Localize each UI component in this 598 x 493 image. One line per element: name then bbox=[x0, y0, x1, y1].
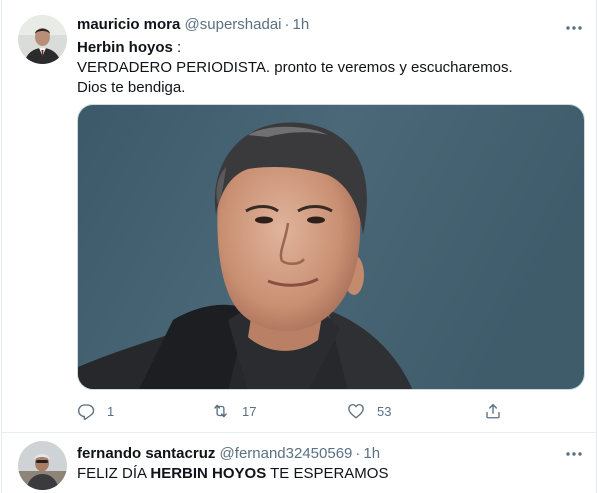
tweet-time[interactable]: 1h bbox=[363, 445, 380, 462]
author-name[interactable]: mauricio mora bbox=[77, 16, 180, 33]
tweet-photo[interactable] bbox=[77, 104, 585, 390]
retweet-count: 17 bbox=[242, 403, 257, 419]
tweet-time[interactable]: 1h bbox=[293, 16, 310, 33]
author-handle[interactable]: @fernand32450569 bbox=[220, 445, 353, 462]
author-handle[interactable]: @supershadai bbox=[185, 16, 282, 33]
tweet-text-bold: HERBIN HOYOS bbox=[150, 465, 267, 482]
more-options-button[interactable] bbox=[564, 442, 584, 462]
tweet[interactable]: mauricio mora @supershadai · 1h Herbin hoy… bbox=[2, 0, 596, 433]
mention-suffix: : bbox=[172, 39, 182, 56]
like-count: 53 bbox=[377, 403, 392, 419]
tweet-text-part: FELIZ DÍA bbox=[77, 465, 151, 482]
tweet-text-part: TE ESPERAMOS bbox=[266, 465, 389, 482]
tweet-text: FELIZ DÍA HERBIN HOYOS TE ESPERAMOS bbox=[77, 464, 582, 484]
avatar[interactable] bbox=[18, 441, 67, 490]
tweet-header: mauricio mora @supershadai · 1h bbox=[77, 16, 309, 34]
tweet-text: Herbin hoyos : VERDADERO PERIODISTA. pro… bbox=[77, 38, 582, 98]
tweet-text-line: VERDADERO PERIODISTA. pronto te veremos … bbox=[77, 59, 513, 76]
more-horizontal-icon bbox=[566, 17, 582, 35]
share-icon bbox=[484, 402, 502, 420]
retweet-icon bbox=[211, 402, 230, 420]
separator-dot: · bbox=[355, 445, 361, 462]
column-border-right bbox=[596, 0, 597, 493]
like-button[interactable]: 53 bbox=[347, 398, 391, 424]
reply-button[interactable]: 1 bbox=[77, 398, 114, 424]
mention-link[interactable]: Herbin hoyos bbox=[77, 39, 173, 56]
tweet-actions: 1 17 53 bbox=[77, 398, 507, 424]
share-button[interactable] bbox=[484, 398, 502, 424]
avatar[interactable] bbox=[18, 15, 67, 64]
reply-icon bbox=[77, 402, 95, 420]
separator-dot: · bbox=[284, 16, 290, 33]
timeline-feed: mauricio mora @supershadai · 1h Herbin hoy… bbox=[0, 0, 598, 493]
author-name[interactable]: fernando santacruz bbox=[77, 445, 215, 462]
retweet-button[interactable]: 17 bbox=[211, 398, 256, 424]
tweet-header: fernando santacruz @fernand32450569 · 1h bbox=[77, 445, 380, 463]
more-options-button[interactable] bbox=[564, 16, 584, 36]
heart-icon bbox=[347, 402, 365, 420]
tweet-text-line: Dios te bendiga. bbox=[77, 79, 186, 96]
more-horizontal-icon bbox=[566, 443, 582, 461]
reply-count: 1 bbox=[107, 403, 115, 419]
tweet[interactable]: fernando santacruz @fernand32450569 · 1h F… bbox=[2, 433, 596, 493]
